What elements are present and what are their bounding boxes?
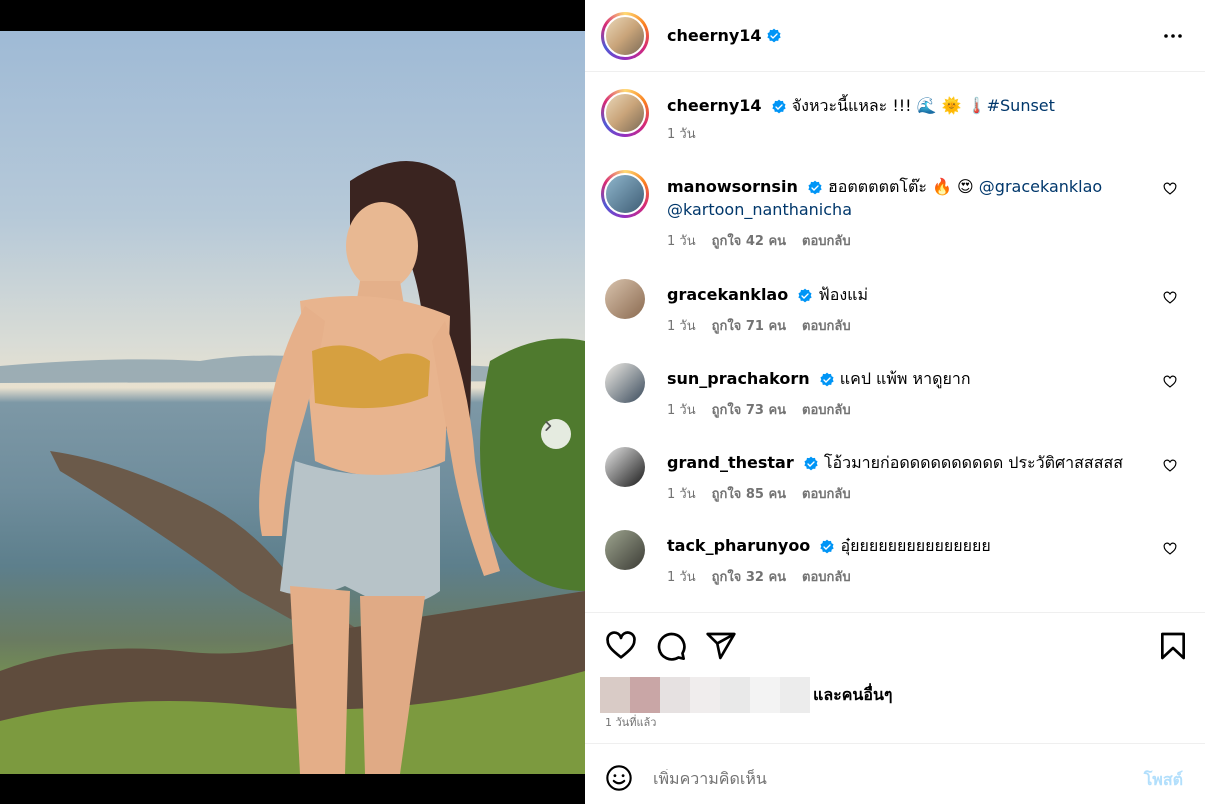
caption: cheerny14 จังหวะนี้แหละ !!! 🌊 🌞 🌡️#Sunse… bbox=[601, 89, 1191, 144]
post-panel: cheerny14 cheerny14 จังหวะนี้แหละ !!! 🌊 … bbox=[585, 0, 1205, 804]
comment-text: แคป แพ้พ หาดูยาก bbox=[839, 369, 971, 388]
comment-avatar[interactable] bbox=[605, 363, 645, 403]
comment-avatar[interactable] bbox=[605, 447, 645, 487]
bookmark-icon[interactable] bbox=[1157, 630, 1189, 662]
comment-text: ฟ้องแม่ bbox=[818, 285, 869, 304]
heart-icon[interactable] bbox=[1163, 375, 1177, 389]
comment-avatar[interactable] bbox=[601, 170, 649, 218]
heart-icon[interactable] bbox=[1163, 291, 1177, 305]
reply-button[interactable]: ตอบกลับ bbox=[802, 315, 851, 336]
verified-badge-icon bbox=[820, 539, 835, 553]
comments-list: cheerny14 จังหวะนี้แหละ !!! 🌊 🌞 🌡️#Sunse… bbox=[585, 73, 1205, 613]
caption-hashtag[interactable]: #Sunset bbox=[987, 96, 1055, 115]
emoji-icon[interactable] bbox=[605, 764, 633, 792]
reply-button[interactable]: ตอบกลับ bbox=[802, 566, 851, 587]
caption-time[interactable]: 1 วัน bbox=[667, 123, 696, 144]
likes-summary[interactable]: และคนอื่นๆ bbox=[600, 677, 893, 713]
chevron-right-icon bbox=[545, 421, 552, 431]
caption-text: จังหวะนี้แหละ !!! 🌊 🌞 🌡️ bbox=[791, 96, 987, 115]
comment-likes[interactable]: ถูกใจ 32 คน bbox=[712, 566, 786, 587]
comment-icon[interactable] bbox=[655, 630, 687, 662]
comment-text: ฮอตตตตตโต๊ะ 🔥 😍 bbox=[828, 177, 974, 196]
divider bbox=[585, 612, 1205, 613]
post-media bbox=[0, 0, 585, 804]
comment-time[interactable]: 1 วัน bbox=[667, 230, 696, 251]
verified-badge-icon bbox=[808, 180, 822, 194]
likes-text[interactable]: และคนอื่นๆ bbox=[813, 683, 893, 708]
comment-avatar[interactable] bbox=[605, 530, 645, 570]
verified-badge-icon bbox=[804, 456, 818, 470]
verified-badge-icon bbox=[820, 372, 834, 386]
comment-username[interactable]: grand_thestar bbox=[667, 453, 794, 472]
liker-avatars-blurred bbox=[600, 677, 810, 713]
comment-likes[interactable]: ถูกใจ 85 คน bbox=[712, 483, 786, 504]
author-username[interactable]: cheerny14 bbox=[667, 26, 762, 45]
comment-time[interactable]: 1 วัน bbox=[667, 483, 696, 504]
comment-username[interactable]: gracekanklao bbox=[667, 285, 788, 304]
comment-input[interactable] bbox=[653, 768, 1113, 788]
photo-illustration bbox=[0, 161, 585, 774]
post-photo bbox=[0, 31, 585, 774]
reply-button[interactable]: ตอบกลับ bbox=[802, 399, 851, 420]
comment-mention[interactable]: @gracekanklao bbox=[979, 177, 1102, 196]
comment-likes[interactable]: ถูกใจ 42 คน bbox=[712, 230, 786, 251]
caption-username[interactable]: cheerny14 bbox=[667, 96, 762, 115]
comment-username[interactable]: tack_pharunyoo bbox=[667, 536, 810, 555]
post-header: cheerny14 bbox=[585, 0, 1205, 72]
comment-text: อุ๋ยยยยยยยยยยยยยยย bbox=[840, 536, 991, 555]
comment-time[interactable]: 1 วัน bbox=[667, 399, 696, 420]
post-timestamp[interactable]: 1 วันที่แล้ว bbox=[605, 713, 656, 731]
comment-username[interactable]: sun_prachakorn bbox=[667, 369, 810, 388]
heart-icon[interactable] bbox=[1163, 542, 1177, 556]
next-slide-button[interactable] bbox=[541, 419, 571, 449]
post-comment-button[interactable]: โพสต์ bbox=[1144, 768, 1183, 793]
comment-avatar[interactable] bbox=[605, 279, 645, 319]
comment-row: sun_prachakorn แคป แพ้พ หาดูยาก 1 วัน ถู… bbox=[601, 363, 1191, 420]
comment-composer: โพสต์ bbox=[605, 760, 1185, 796]
comment-username[interactable]: manowsornsin bbox=[667, 177, 798, 196]
more-options-icon[interactable] bbox=[1161, 24, 1185, 48]
comment-row: grand_thestar โอ้วมายก่อดดดดดดดดดด ประวั… bbox=[601, 447, 1191, 504]
comment-row: tack_pharunyoo อุ๋ยยยยยยยยยยยยยยย 1 วัน … bbox=[601, 530, 1191, 587]
verified-badge-icon bbox=[798, 288, 812, 302]
comment-text: โอ้วมายก่อดดดดดดดดดด ประวัติศาสสสสส bbox=[823, 453, 1123, 472]
comment-likes[interactable]: ถูกใจ 73 คน bbox=[712, 399, 786, 420]
author-avatar[interactable] bbox=[601, 11, 649, 60]
reply-button[interactable]: ตอบกลับ bbox=[802, 483, 851, 504]
comment-time[interactable]: 1 วัน bbox=[667, 566, 696, 587]
comment-mention[interactable]: @kartoon_nanthanicha bbox=[667, 200, 852, 219]
comment-time[interactable]: 1 วัน bbox=[667, 315, 696, 336]
divider bbox=[585, 743, 1205, 744]
heart-icon[interactable] bbox=[1163, 459, 1177, 473]
verified-badge-icon bbox=[771, 99, 786, 113]
reply-button[interactable]: ตอบกลับ bbox=[802, 230, 851, 251]
heart-icon[interactable] bbox=[605, 630, 637, 662]
comment-likes[interactable]: ถูกใจ 71 คน bbox=[712, 315, 786, 336]
comment-row: manowsornsin ฮอตตตตตโต๊ะ 🔥 😍 @gracekankl… bbox=[601, 170, 1191, 251]
action-bar bbox=[605, 630, 1185, 662]
caption-avatar[interactable] bbox=[601, 89, 649, 137]
heart-icon[interactable] bbox=[1163, 182, 1177, 196]
share-icon[interactable] bbox=[705, 630, 737, 662]
comment-row: gracekanklao ฟ้องแม่ 1 วัน ถูกใจ 71 คน ต… bbox=[601, 279, 1191, 336]
verified-badge-icon bbox=[766, 28, 781, 42]
